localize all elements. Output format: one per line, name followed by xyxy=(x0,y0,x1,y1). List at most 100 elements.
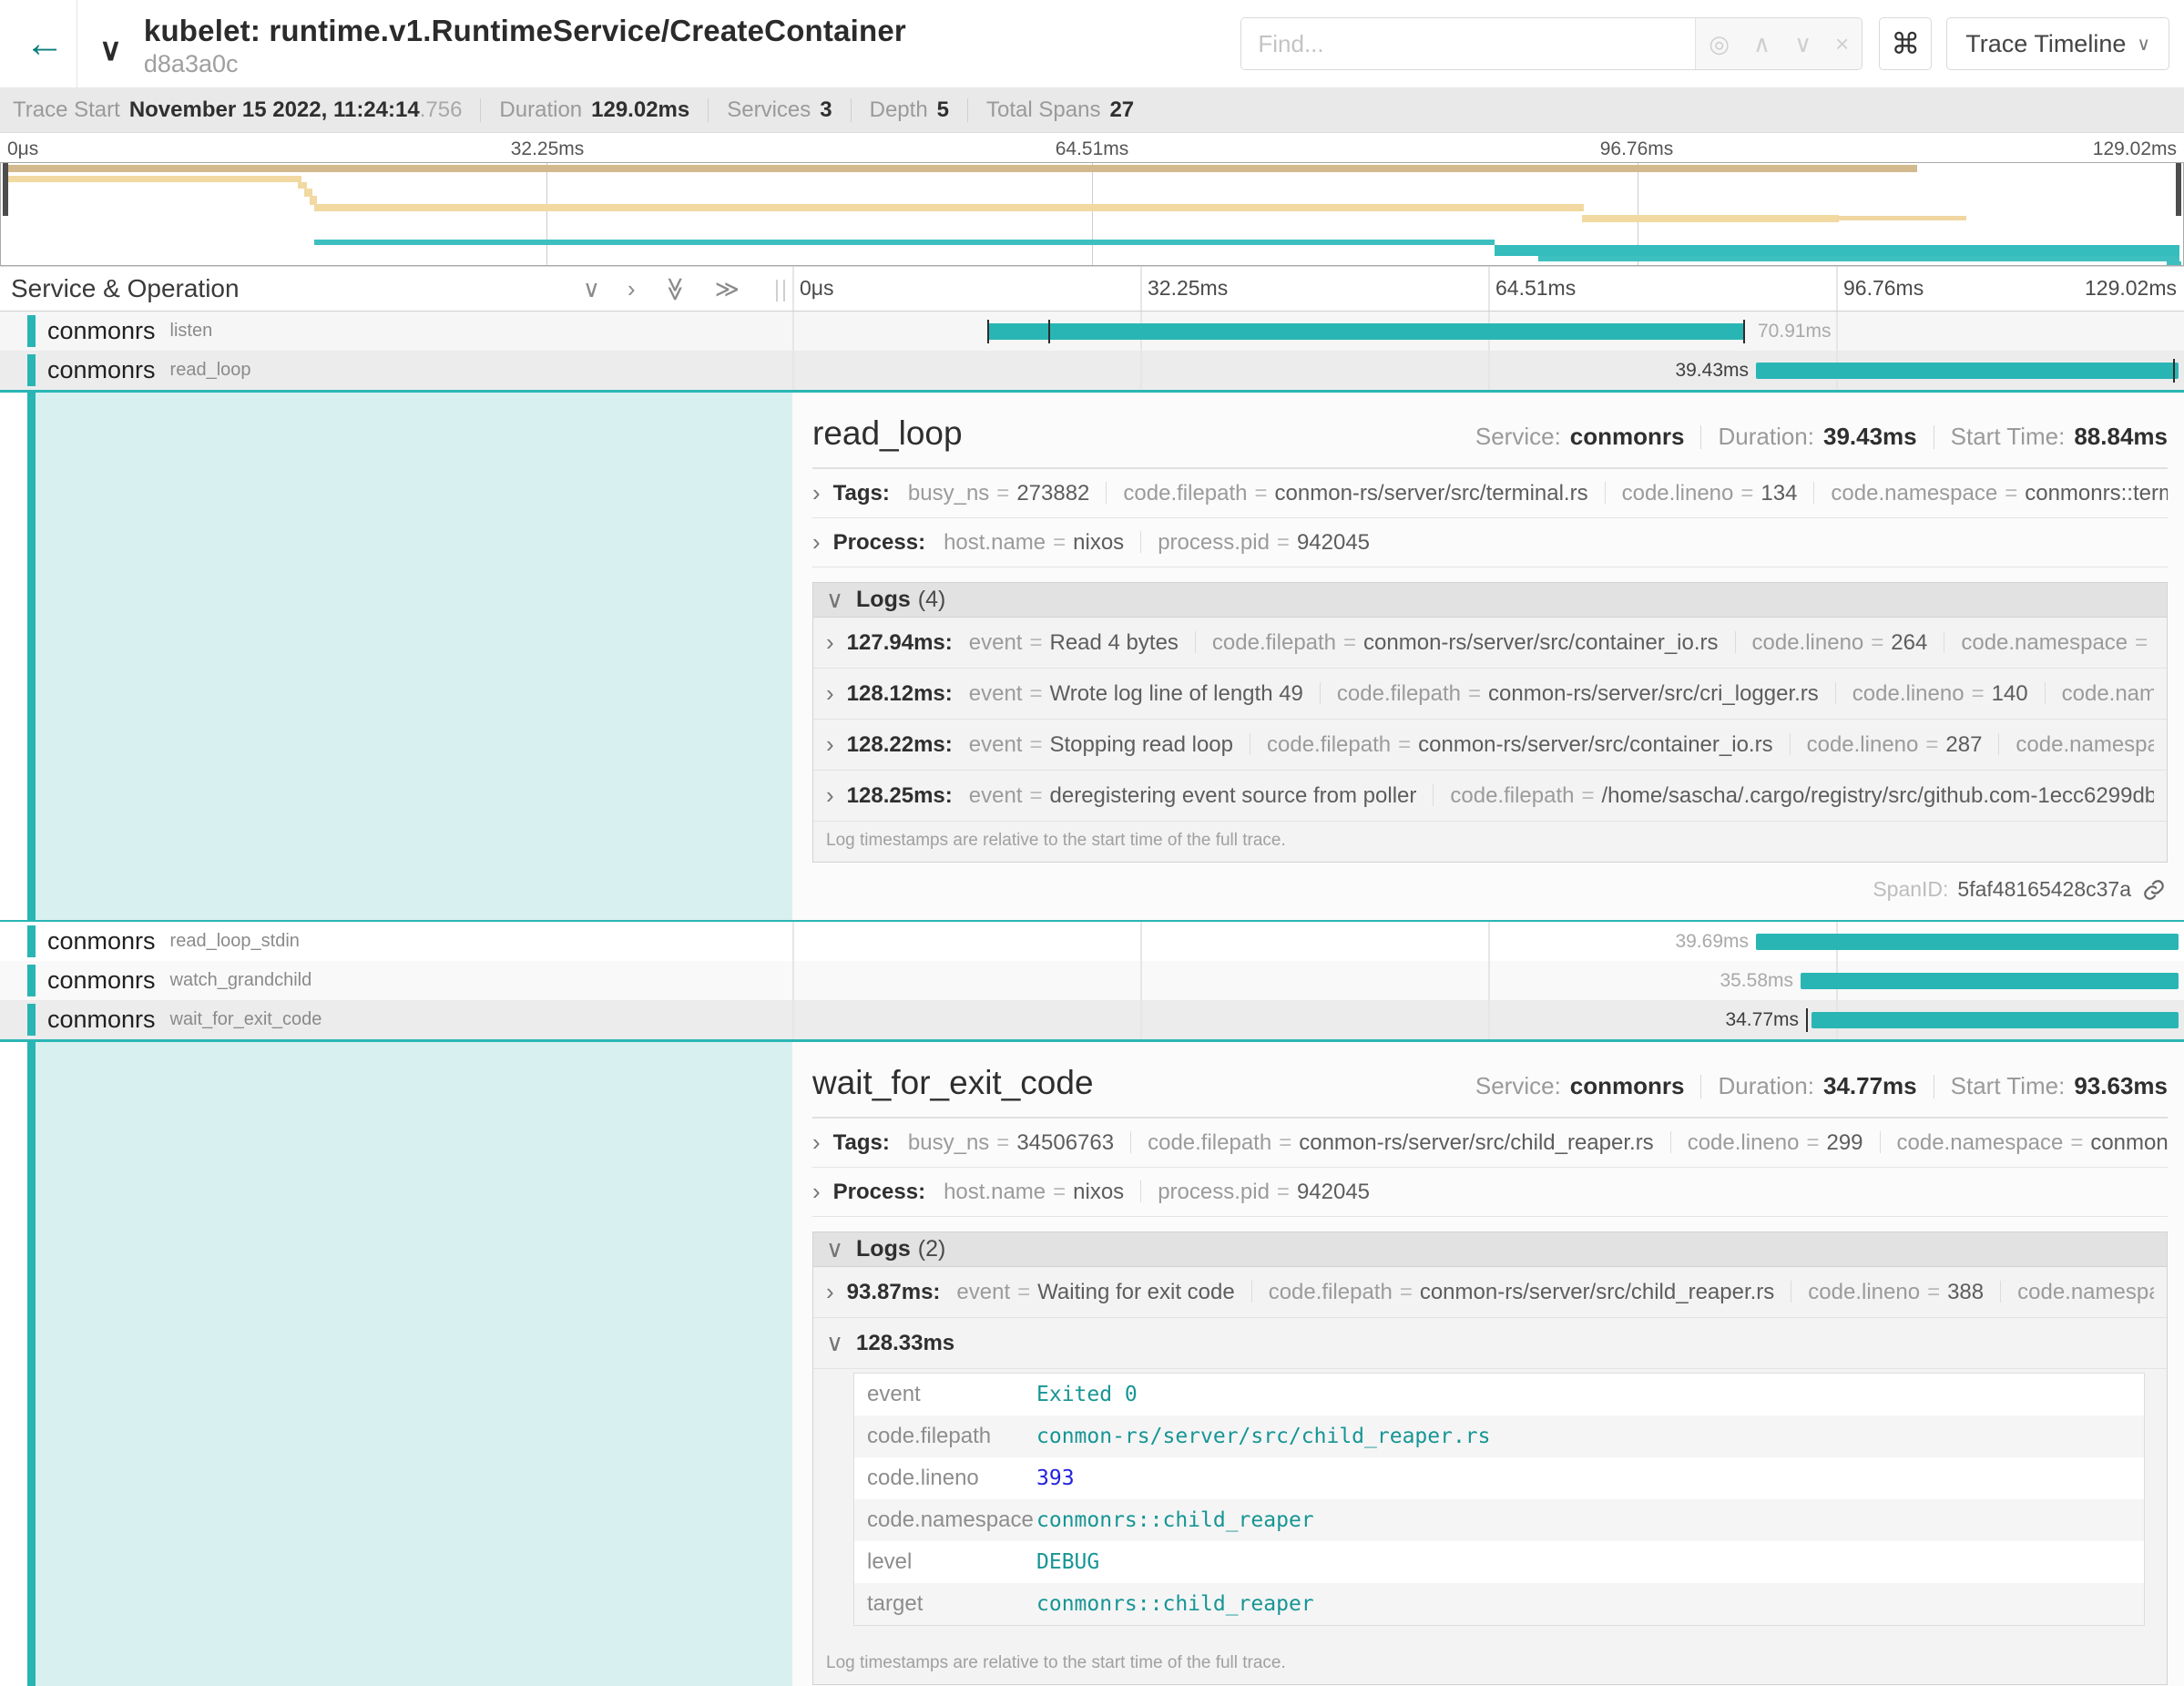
span-bar[interactable] xyxy=(1756,363,2179,379)
process-accordion[interactable]: › Process: host.name=nixosprocess.pid=94… xyxy=(812,1168,2168,1217)
log-field-row: levelDEBUG xyxy=(854,1541,2144,1583)
span-marker xyxy=(1048,320,1050,343)
expand-all-icon[interactable]: ≫ xyxy=(715,275,740,303)
log-fields: event=deregistering event source from po… xyxy=(969,783,2154,809)
minimap-canvas[interactable] xyxy=(0,162,2184,266)
log-entry[interactable]: ∨128.33ms xyxy=(813,1318,2167,1369)
kv-pair: code.filepath=/home/sascha/.cargo/regist… xyxy=(1450,783,2154,808)
equals-sign: = xyxy=(1927,1280,1940,1304)
log-field-key: code.filepath xyxy=(854,1424,1036,1449)
minimap-span xyxy=(1495,245,2179,256)
equals-sign: = xyxy=(1343,630,1356,655)
viewport-right-handle[interactable] xyxy=(2176,163,2181,216)
kv-value: conmon-rs/server/src/cri_logger.rs xyxy=(1488,681,1819,706)
equals-sign: = xyxy=(1581,783,1594,808)
log-entry[interactable]: ›93.87ms:event=Waiting for exit codecode… xyxy=(813,1267,2167,1318)
kv-value: nixos xyxy=(1073,1180,1124,1204)
span-row-read-loop[interactable]: conmonrs read_loop 39.43ms xyxy=(0,351,2184,393)
divider xyxy=(851,98,852,122)
equals-sign: = xyxy=(1277,1180,1290,1204)
kv-pair: code.filepath=conmon-rs/server/src/conta… xyxy=(1267,732,1773,757)
divider xyxy=(1835,682,1836,704)
trace-timeline-page: ← ∨ kubelet: runtime.v1.RuntimeService/C… xyxy=(0,0,2184,1686)
service-accent xyxy=(27,315,36,347)
kv-pair: busy_ns=34506763 xyxy=(908,1130,1114,1155)
ruler-tick: 0μs xyxy=(7,138,38,160)
expand-one-icon[interactable]: › xyxy=(628,275,636,303)
locate-icon[interactable]: ◎ xyxy=(1709,30,1730,58)
trace-id: d8a3a0c xyxy=(144,50,906,78)
kv-key: code.lineno xyxy=(1807,732,1919,757)
span-bar[interactable] xyxy=(1756,934,2179,950)
meta-value: conmonrs xyxy=(1570,423,1685,451)
kv-key: code.filepath xyxy=(1123,481,1247,506)
kv-value: conmon-rs/server/src/terminal.rs xyxy=(1275,481,1588,506)
divider xyxy=(1790,733,1791,755)
kv-pair: code.namespace=conmonrs::terminal xyxy=(1831,481,2168,506)
kv-pair: code.lineno=134 xyxy=(1622,481,1798,506)
view-selector-button[interactable]: Trace Timeline ∨ xyxy=(1946,17,2169,70)
service-accent xyxy=(27,1004,36,1036)
divider xyxy=(480,98,481,122)
kv-key: event xyxy=(969,732,1023,757)
chevron-right-icon: › xyxy=(812,528,821,557)
find-input[interactable] xyxy=(1241,18,1695,69)
divider xyxy=(1251,1281,1252,1303)
column-resizer[interactable] xyxy=(776,280,785,301)
kv-value: Stopping read loop xyxy=(1050,732,1234,757)
log-field-key: code.lineno xyxy=(854,1466,1036,1491)
meta-label: Start Time: xyxy=(1951,1072,2066,1100)
collapse-all-icon[interactable]: ≫ xyxy=(661,276,689,301)
prev-match-icon[interactable]: ∧ xyxy=(1753,30,1771,58)
summary-value: 129.02ms xyxy=(591,97,689,123)
divider xyxy=(2000,1281,2001,1303)
log-entry[interactable]: ›128.22ms:event=Stopping read loopcode.f… xyxy=(813,720,2167,771)
summary-label: Depth xyxy=(870,97,928,123)
summary-label: Trace Start xyxy=(13,97,120,123)
minimap-span xyxy=(1538,256,2179,261)
logs-accordion[interactable]: ∨ Logs (4) xyxy=(813,583,2167,618)
span-bar[interactable] xyxy=(987,323,1745,340)
find-group: ◎ ∧ ∨ × xyxy=(1240,17,1863,70)
link-icon[interactable] xyxy=(2142,878,2166,902)
operation-name: wait_for_exit_code xyxy=(170,1009,322,1030)
collapse-one-icon[interactable]: ∨ xyxy=(583,275,600,303)
kv-value: conmon-rs/server/src/container_io.rs xyxy=(1418,732,1772,757)
timeline-tick: 129.02ms xyxy=(2085,276,2177,301)
viewport-left-handle[interactable] xyxy=(3,163,8,216)
logs-accordion[interactable]: ∨ Logs (2) xyxy=(813,1232,2167,1267)
kv-key: code.namespace xyxy=(1897,1130,2064,1155)
kv-key: code.filepath xyxy=(1148,1130,1271,1155)
log-entry[interactable]: ›127.94ms:event=Read 4 bytescode.filepat… xyxy=(813,618,2167,669)
span-marker xyxy=(1743,320,1745,343)
log-timestamp: 128.25ms: xyxy=(847,783,953,809)
minimap-span xyxy=(1582,215,1839,222)
kv-key: busy_ns xyxy=(908,1130,989,1155)
keyboard-shortcuts-button[interactable]: ⌘ xyxy=(1879,17,1932,70)
process-accordion[interactable]: › Process: host.name=nixosprocess.pid=94… xyxy=(812,518,2168,567)
divider xyxy=(1880,1131,1881,1153)
span-bar[interactable] xyxy=(1801,973,2179,989)
span-row-read-loop-stdin[interactable]: conmonrs read_loop_stdin 39.69ms xyxy=(0,922,2184,961)
clear-search-icon[interactable]: × xyxy=(1835,30,1849,58)
log-entry[interactable]: ›128.25ms:event=deregistering event sour… xyxy=(813,771,2167,822)
logs-footnote: Log timestamps are relative to the start… xyxy=(813,1644,2167,1684)
span-row-wait-for-exit-code[interactable]: conmonrs wait_for_exit_code 34.77ms xyxy=(0,1000,2184,1042)
chevron-right-icon: › xyxy=(812,479,821,507)
log-field-row: eventExited 0 xyxy=(854,1374,2144,1415)
tags-accordion[interactable]: › Tags: busy_ns=273882code.filepath=conm… xyxy=(812,469,2168,518)
tags-accordion[interactable]: › Tags: busy_ns=34506763code.filepath=co… xyxy=(812,1119,2168,1168)
back-button[interactable]: ← xyxy=(13,0,77,87)
log-entry[interactable]: ›128.12ms:event=Wrote log line of length… xyxy=(813,669,2167,720)
span-row-watch-grandchild[interactable]: conmonrs watch_grandchild 35.58ms xyxy=(0,961,2184,1000)
span-bar[interactable] xyxy=(1811,1012,2179,1028)
next-match-icon[interactable]: ∨ xyxy=(1794,30,1811,58)
span-detail-meta: Service:conmonrs Duration:34.77ms Start … xyxy=(1475,1072,2168,1100)
equals-sign: = xyxy=(1029,681,1042,706)
equals-sign: = xyxy=(1255,481,1268,506)
kv-pair: code.lineno=388 xyxy=(1808,1280,1984,1304)
trace-title-collapse-button[interactable]: ∨ xyxy=(77,19,131,68)
span-row-listen[interactable]: conmonrs listen 70.91ms xyxy=(0,312,2184,351)
chevron-right-icon: › xyxy=(826,628,834,657)
kv-value: Read 4 bytes xyxy=(1050,630,1179,655)
